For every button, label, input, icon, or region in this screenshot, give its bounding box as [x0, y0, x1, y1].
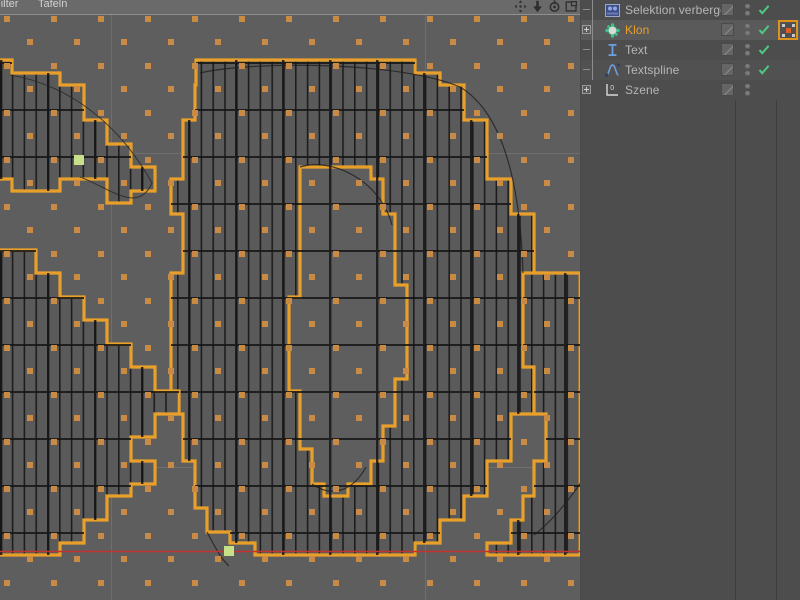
- tree-indent: [581, 20, 603, 40]
- tree-indent: [581, 0, 603, 20]
- tree-line: [592, 40, 593, 60]
- svg-text:0: 0: [610, 85, 614, 92]
- visibility-dots[interactable]: [745, 23, 750, 37]
- dolly-camera-icon[interactable]: [531, 0, 544, 13]
- object-row-selektion-verbergen[interactable]: Selektion verbergen: [581, 0, 800, 20]
- object-list[interactable]: Selektion verbergen: [581, 0, 800, 100]
- tree-indent: [581, 40, 603, 60]
- menu-tafeln[interactable]: Tafeln: [38, 0, 67, 10]
- visibility-dots[interactable]: [745, 43, 750, 57]
- enabled-check-icon[interactable]: [758, 23, 770, 37]
- tree-branch: [583, 49, 590, 50]
- visibility-dots[interactable]: [745, 3, 750, 17]
- tree-branch: [583, 9, 590, 10]
- cloner-object-icon[interactable]: [603, 22, 621, 38]
- scene-null-icon[interactable]: 0: [603, 82, 621, 98]
- tree-line: [592, 20, 593, 40]
- selection-tag-icon[interactable]: [603, 2, 621, 18]
- expand-toggle-szene[interactable]: [582, 85, 591, 94]
- layer-swatch[interactable]: [721, 23, 734, 36]
- object-row-szene[interactable]: 0 Szene: [581, 80, 800, 100]
- object-row-textspline[interactable]: Textspline: [581, 60, 800, 80]
- rotate-camera-icon[interactable]: [548, 0, 561, 13]
- spline-object-icon[interactable]: [603, 62, 621, 78]
- tree-indent: [581, 80, 603, 100]
- mograph-selection-tag-icon[interactable]: [778, 20, 798, 40]
- viewport-scene: [0, 15, 580, 600]
- visibility-dots[interactable]: [745, 63, 750, 77]
- tree-line: [592, 0, 593, 20]
- layer-swatch[interactable]: [721, 83, 734, 96]
- viewport-menubar: Filter Tafeln: [0, 0, 580, 15]
- maximize-viewport-icon[interactable]: [565, 0, 578, 13]
- object-label: Textspline: [625, 63, 679, 77]
- tree-indent: [581, 60, 603, 80]
- enabled-check-icon[interactable]: [758, 43, 770, 57]
- expand-toggle-klon[interactable]: [582, 25, 591, 34]
- visibility-dots[interactable]: [745, 83, 750, 97]
- tree-line: [592, 60, 593, 80]
- clone-handle-left[interactable]: [74, 155, 84, 165]
- object-manager-panel[interactable]: Selektion verbergen: [581, 0, 800, 600]
- object-manager-empty-area[interactable]: [581, 102, 800, 600]
- enabled-check-icon[interactable]: [758, 63, 770, 77]
- object-label: Text: [625, 43, 647, 57]
- viewport-nav-icons: [514, 0, 578, 14]
- object-label: Szene: [625, 83, 660, 97]
- application-window: Filter Tafeln: [0, 0, 800, 600]
- object-label: Klon: [625, 23, 649, 37]
- layer-swatch[interactable]: [721, 63, 734, 76]
- object-row-klon[interactable]: Klon: [581, 20, 800, 40]
- clone-point-grid: [0, 15, 580, 600]
- clone-handle-bottom[interactable]: [224, 546, 234, 556]
- move-camera-icon[interactable]: [514, 0, 527, 13]
- viewport-panel[interactable]: Filter Tafeln: [0, 0, 580, 600]
- viewport-canvas[interactable]: [0, 15, 580, 600]
- menu-filter[interactable]: Filter: [0, 0, 18, 10]
- tree-branch: [583, 69, 590, 70]
- layer-swatch[interactable]: [721, 3, 734, 16]
- object-label: Selektion verbergen: [625, 3, 734, 17]
- layer-swatch[interactable]: [721, 43, 734, 56]
- object-row-text[interactable]: Text: [581, 40, 800, 60]
- enabled-check-icon[interactable]: [758, 3, 770, 17]
- text-object-icon[interactable]: [603, 42, 621, 58]
